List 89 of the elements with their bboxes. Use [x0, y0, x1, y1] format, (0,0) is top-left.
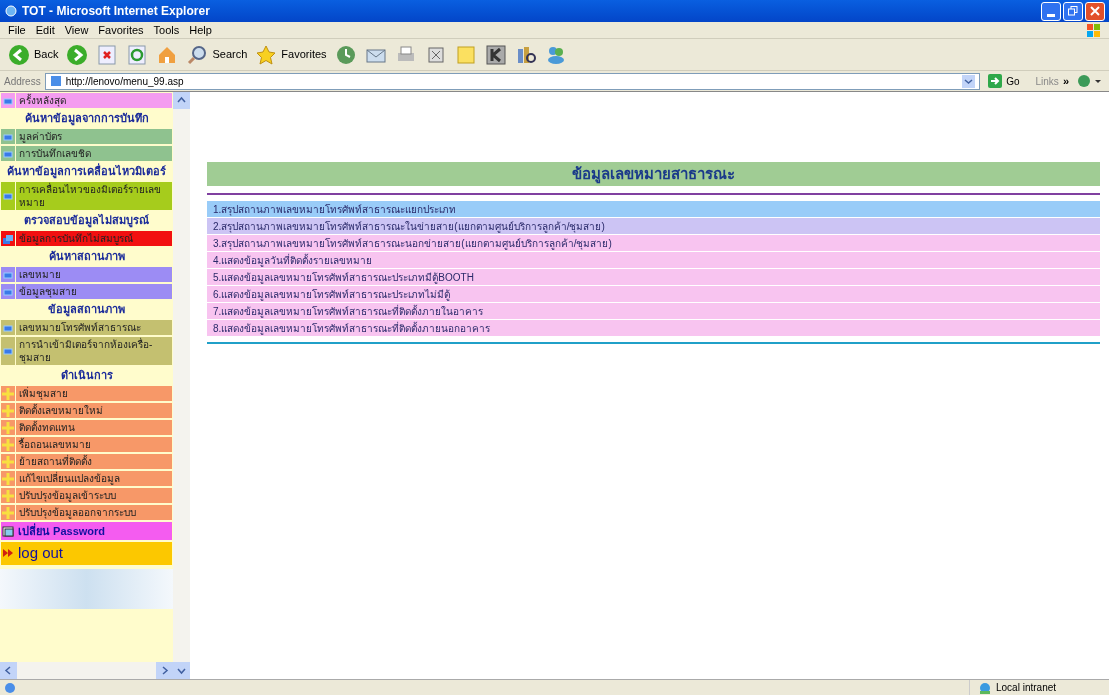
- plus-icon: [2, 455, 14, 468]
- menu-item[interactable]: Edit: [35, 21, 55, 39]
- chevron-button[interactable]: »: [1062, 72, 1069, 90]
- scroll-left-icon[interactable]: [0, 662, 17, 679]
- search-button[interactable]: Search: [186, 43, 248, 66]
- horizontal-scrollbar[interactable]: [0, 662, 173, 679]
- sidebar-item[interactable]: ติดตั้งเลขหมายใหม่: [0, 402, 173, 419]
- scroll-right-icon[interactable]: [156, 662, 173, 679]
- double-arrow-icon: [2, 547, 14, 560]
- sidebar-item[interactable]: ปรับปรุงข้อมูลออกจากระบบ: [0, 504, 173, 521]
- k-letter-icon: [484, 43, 507, 66]
- menu-item[interactable]: Tools: [153, 21, 180, 39]
- section-heading: ข้อมูลสถานภาพ: [47, 302, 126, 319]
- go-arrow-icon: [988, 74, 1003, 88]
- menu-item[interactable]: Help: [189, 21, 212, 39]
- page-icon: [4, 681, 16, 694]
- plus-icon: [2, 438, 14, 451]
- sidebar-item[interactable]: เพิ่มชุมสาย: [0, 385, 173, 402]
- note-icon: [454, 43, 477, 66]
- plus-icon: [2, 421, 14, 434]
- bullet-icon: [2, 345, 14, 357]
- star-icon: [255, 43, 278, 66]
- plus-icon: [2, 489, 14, 502]
- menu-item[interactable]: Favorites: [98, 21, 144, 39]
- plus-icon: [2, 472, 14, 485]
- plus-icon: [2, 387, 14, 400]
- sidebar-item[interactable]: มูลค่าบัตร: [0, 128, 173, 145]
- back-button[interactable]: Back: [8, 43, 59, 66]
- scroll-down-icon[interactable]: [173, 662, 190, 679]
- section-heading: ค้นหาข้อมูลจากการบันทึก: [23, 111, 150, 128]
- clock-icon: [334, 43, 357, 66]
- menu-item[interactable]: File: [8, 21, 26, 39]
- report-link[interactable]: 6.แสดงข้อมูลเลขหมายโทรศัพท์สาธารณะประเภทไม่มีตู้: [207, 286, 1100, 302]
- windows-icon: [2, 232, 14, 245]
- sidebar-item[interactable]: ย้ายสถานที่ติดตั้ง: [0, 453, 173, 470]
- panel-title: ข้อมูลเลขหมายสาธารณะ: [207, 162, 1100, 187]
- address-field[interactable]: http://lenovo/menu_99.asp: [44, 72, 981, 90]
- report-link[interactable]: 2.สรุปสถานภาพเลขหมายโทรศัพท์สาธารณะในข่ายสาย(แยกตามศูนย์บริการลูกค้า/ชุมสาย): [207, 218, 1100, 234]
- restore-icon: [1068, 6, 1078, 16]
- refresh-icon: [126, 43, 149, 66]
- section-heading: ตรวจสอบข้อมูลไม่สมบูรณ์: [23, 213, 150, 230]
- stop-icon: [96, 43, 119, 66]
- favorites-button[interactable]: Favorites: [255, 43, 327, 66]
- scroll-up-icon[interactable]: [173, 92, 190, 109]
- windows-logo-icon: [1087, 23, 1101, 37]
- section-heading: ดำเนินการ: [59, 368, 114, 383]
- address-label: Address: [4, 74, 41, 89]
- report-link[interactable]: 1.สรุปสถานภาพเลขหมายโทรศัพท์สาธารณะแยกประเภท: [207, 201, 1100, 217]
- sidebar-item[interactable]: ครั้งหลังสุด: [0, 92, 173, 109]
- minimize-button[interactable]: [1041, 1, 1061, 21]
- sidebar-item[interactable]: ข้อมูลการบันทึกไม่สมบูรณ์: [0, 230, 173, 247]
- report-link[interactable]: 3.สรุปสถานภาพเลขหมายโทรศัพท์สาธารณะนอกข่ายสาย(แยกตามศูนย์บริการลูกค้า/ชุมสาย): [207, 235, 1100, 251]
- minimize-icon: [1047, 13, 1055, 17]
- security-zone-label: Local intranet: [996, 681, 1057, 695]
- sidebar-item[interactable]: การบันทึกเลขชิด: [0, 145, 173, 162]
- sidebar-item[interactable]: ปรับปรุงข้อมูลเข้าระบบ: [0, 487, 173, 504]
- restore-button[interactable]: [1063, 1, 1083, 21]
- page-icon: [49, 75, 62, 87]
- report-link[interactable]: 7.แสดงข้อมูลเลขหมายโทรศัพท์สาธารณะที่ติดตั้งภายในอาคาร: [207, 303, 1100, 319]
- close-icon: [1090, 6, 1100, 16]
- sidebar-item[interactable]: รื้อถอนเลขหมาย: [0, 436, 173, 453]
- report-link[interactable]: 4.แสดงข้อมูลวันที่ติดตั้งรายเลขหมาย: [207, 252, 1100, 268]
- plus-icon: [2, 404, 14, 417]
- address-text: http://lenovo/menu_99.asp: [65, 74, 184, 89]
- section-heading: ค้นหาข้อมูลการเคลื่อนไหวมิเตอร์: [6, 162, 167, 181]
- sidebar-item[interactable]: เลขหมายโทรศัพท์สาธารณะ: [0, 319, 173, 336]
- sidebar-item[interactable]: ข้อมูลชุมสาย: [0, 283, 173, 300]
- browser-icon: [4, 4, 18, 18]
- sidebar-item[interactable]: ติดตั้งทดแทน: [0, 419, 173, 436]
- go-button[interactable]: Go: [984, 73, 1024, 89]
- toolbar-button[interactable]: [484, 43, 507, 66]
- section-heading: ค้นหาสถานภาพ: [47, 249, 126, 264]
- sidebar-item[interactable]: แก้ไขเปลี่ยนแปลงข้อมูล: [0, 470, 173, 487]
- menu-item[interactable]: View: [64, 21, 89, 39]
- bullet-icon: [2, 190, 14, 202]
- intranet-globe-icon: [978, 681, 992, 694]
- report-link[interactable]: 5.แสดงข้อมูลเลขหมายโทรศัพท์สาธารณะประเภทมีตู้BOOTH: [207, 269, 1100, 285]
- sidebar-item[interactable]: log out: [0, 541, 173, 566]
- report-link[interactable]: 8.แสดงข้อมูลเลขหมายโทรศัพท์สาธารณะที่ติดตั้งภายนอกอาคาร: [207, 320, 1100, 336]
- search-icon: [186, 43, 209, 66]
- sidebar-item[interactable]: การนำเข้ามิเตอร์จากห้องเครื่อ-ชุมสาย: [0, 336, 173, 366]
- window-title: TOT - Microsoft Internet Explorer: [22, 3, 210, 20]
- close-button[interactable]: [1085, 1, 1105, 21]
- sidebar-item[interactable]: เปลี่ยน Password: [0, 521, 173, 541]
- sidebar-item[interactable]: การเคลื่อนไหวของมิเตอร์รายเลขหมาย: [0, 181, 173, 211]
- sidebar-item[interactable]: เลขหมาย: [0, 266, 173, 283]
- plus-icon: [2, 506, 14, 519]
- folder-icon: [2, 525, 14, 537]
- globe-icon[interactable]: [1077, 74, 1101, 88]
